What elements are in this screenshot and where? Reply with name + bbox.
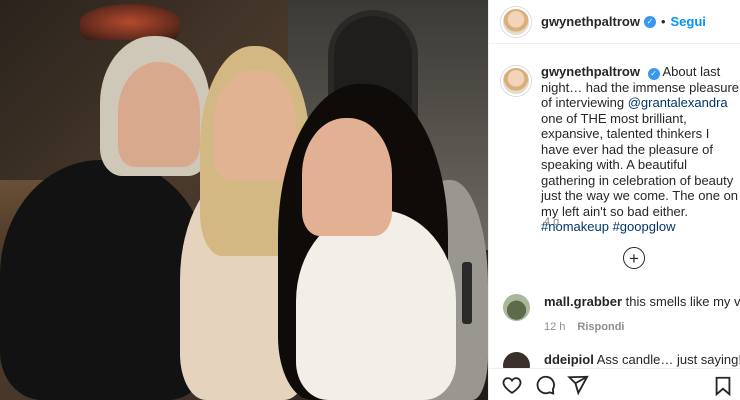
caption-mention-link[interactable]: @grantalexandra: [628, 95, 728, 110]
post-header: gwynethpaltrow ✓ • Segui: [489, 0, 740, 44]
verified-badge-icon: ✓: [643, 15, 656, 28]
follow-separator: •: [660, 14, 666, 29]
caption-part2: one of THE most brilliant, expansive, ta…: [541, 110, 739, 219]
comment-avatar[interactable]: [503, 294, 530, 321]
comment-meta: 12 h Rispondi: [544, 321, 624, 333]
reply-button[interactable]: Rispondi: [577, 321, 624, 333]
photo-person-left-body: [0, 160, 210, 400]
comment-body: mall.grabber this smells like my vagi: [544, 294, 740, 321]
action-bar: [489, 368, 740, 400]
photo-person-right-face: [302, 118, 392, 236]
comment-icon[interactable]: [534, 374, 556, 396]
comment-username[interactable]: ddeipiol: [544, 352, 594, 367]
photo-person-left-face: [118, 62, 200, 167]
heart-icon[interactable]: [501, 374, 523, 396]
comment-text: Ass candle… just saying!: [596, 352, 740, 367]
share-icon[interactable]: [567, 374, 589, 396]
post-photo[interactable]: [0, 0, 488, 400]
post-sidebar: gwynethpaltrow ✓ • Segui gwynethpaltrow …: [488, 0, 740, 400]
hashtag-link-goopglow[interactable]: #goopglow: [613, 219, 676, 234]
photo-person-right-body: [296, 210, 456, 400]
plus-circle-icon[interactable]: +: [623, 247, 645, 269]
follow-button[interactable]: Segui: [671, 14, 706, 29]
header-username[interactable]: gwynethpaltrow: [541, 14, 640, 29]
avatar[interactable]: [501, 6, 531, 37]
caption-text: gwynethpaltrow ✓ About last night… had t…: [541, 64, 739, 235]
photo-patio-heater: [80, 4, 180, 40]
photo-phone: [462, 262, 472, 324]
post-time-ago: 4 g: [544, 216, 560, 228]
comment-time: 12 h: [544, 321, 566, 333]
comment-username[interactable]: mall.grabber: [544, 294, 622, 309]
comment-text: this smells like my vagi: [625, 294, 740, 309]
comment-item: mall.grabber this smells like my vagi: [503, 294, 740, 321]
caption-username[interactable]: gwynethpaltrow: [541, 64, 640, 79]
caption-verified-badge-icon: ✓: [647, 67, 660, 80]
photo-person-center-face: [214, 70, 296, 180]
bookmark-icon[interactable]: [712, 375, 734, 397]
caption-avatar[interactable]: [501, 66, 531, 96]
post-caption: gwynethpaltrow ✓ About last night… had t…: [501, 64, 740, 235]
